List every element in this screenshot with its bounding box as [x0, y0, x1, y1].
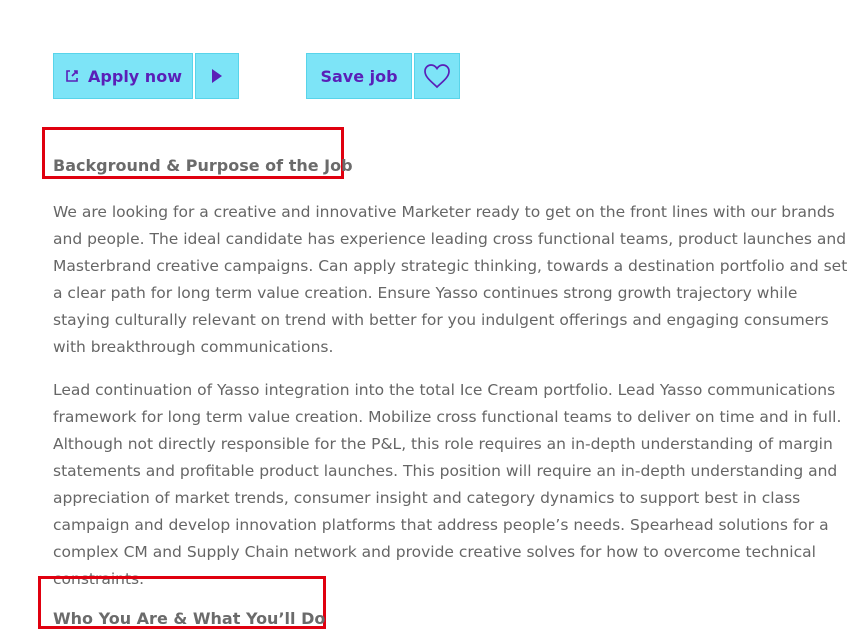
job-description-page: Apply now Save job Background & Purpose … [0, 0, 868, 640]
apply-now-button[interactable]: Apply now [53, 53, 193, 99]
save-job-heart-button[interactable] [414, 53, 460, 99]
apply-now-label: Apply now [88, 66, 182, 86]
background-purpose-paragraph: We are looking for a creative and innova… [53, 202, 848, 356]
who-you-are-heading: Who You Are & What You’ll Do [53, 609, 326, 629]
save-actions: Save job [306, 53, 460, 99]
play-icon [210, 68, 224, 84]
heart-icon [422, 62, 452, 90]
save-job-button[interactable]: Save job [306, 53, 412, 99]
external-link-icon [64, 68, 80, 84]
background-purpose-heading: Background & Purpose of the Job [53, 156, 353, 176]
yasso-integration-paragraph: Lead continuation of Yasso integration i… [53, 380, 842, 588]
apply-now-arrow-button[interactable] [195, 53, 239, 99]
apply-actions: Apply now [53, 53, 239, 99]
save-job-label: Save job [320, 66, 398, 86]
